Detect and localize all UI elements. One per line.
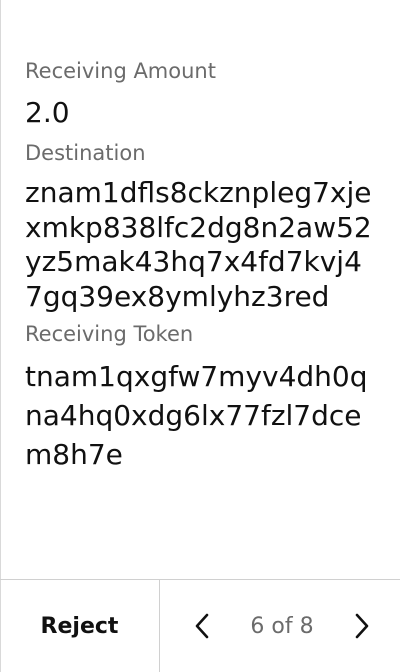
- amount-label: Receiving Amount: [25, 59, 216, 83]
- token-value: tnam1qxgfw7myv4dh0qna4hq0xdg6lx77fzl7dce…: [25, 360, 368, 471]
- amount-value: 2.0: [25, 96, 70, 129]
- transaction-details: Receiving Amount 2.0 Destination znam1df…: [25, 56, 379, 474]
- prev-button[interactable]: [190, 611, 214, 641]
- footer-bar: Reject 6 of 8: [0, 579, 400, 672]
- token-section: Receiving Token tnam1qxgfw7myv4dh0qna4hq…: [25, 319, 379, 474]
- destination-section: Destination znam1dfls8ckznpleg7xjexmkp83…: [25, 138, 379, 314]
- destination-value: znam1dfls8ckznpleg7xjexmkp838lfc2dg8n2aw…: [25, 176, 372, 313]
- chevron-right-icon: [355, 613, 369, 639]
- token-label: Receiving Token: [25, 322, 194, 346]
- chevron-left-icon: [195, 613, 209, 639]
- review-panel: Receiving Amount 2.0 Destination znam1df…: [0, 0, 399, 672]
- pager: 6 of 8: [160, 580, 400, 672]
- next-button[interactable]: [350, 611, 374, 641]
- page-indicator: 6 of 8: [250, 613, 314, 639]
- destination-label: Destination: [25, 141, 146, 165]
- reject-button[interactable]: Reject: [0, 580, 160, 672]
- amount-section: Receiving Amount 2.0: [25, 56, 379, 130]
